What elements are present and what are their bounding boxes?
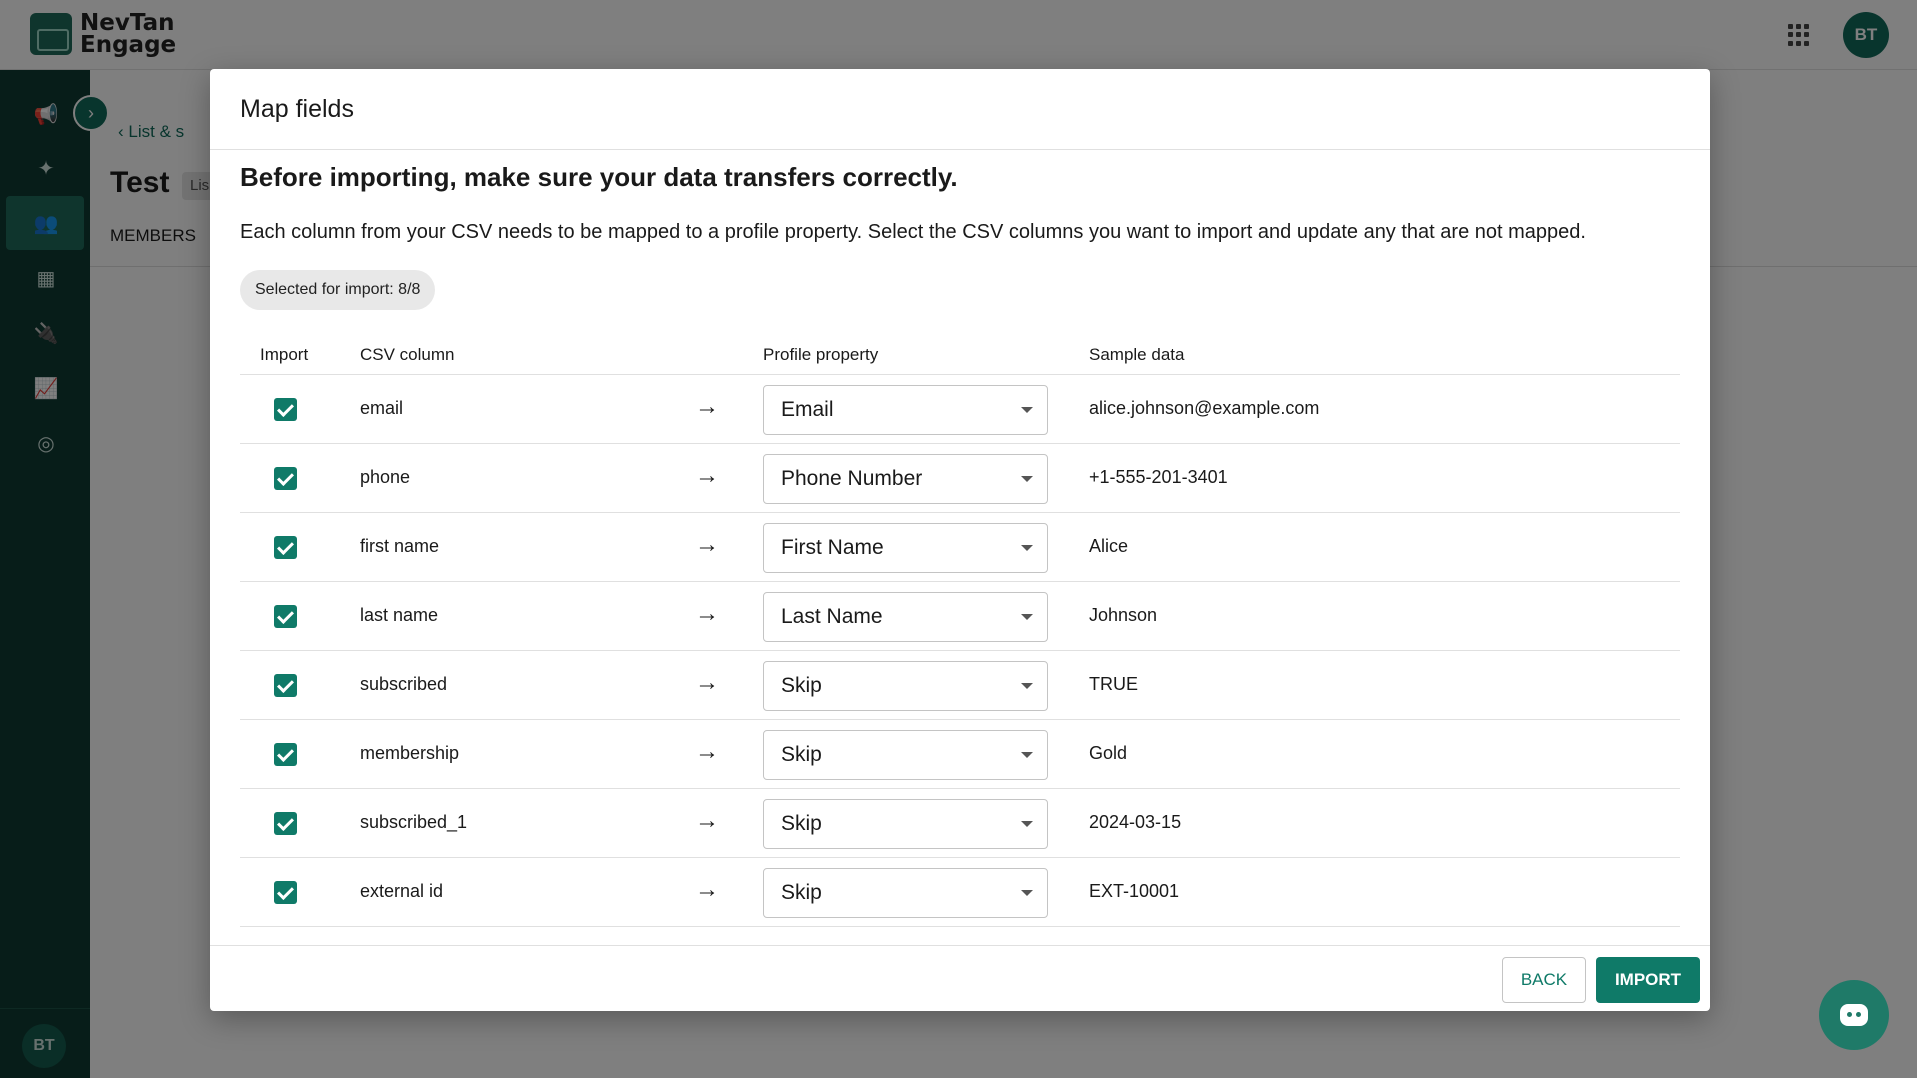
caret-down-icon [1021, 890, 1033, 896]
assistant-bot-button[interactable] [1819, 980, 1889, 1050]
sample-data-value: alice.johnson@example.com [1089, 398, 1320, 418]
profile-property-select[interactable]: Phone Number [763, 454, 1048, 504]
import-button[interactable]: IMPORT [1596, 957, 1700, 1003]
table-row: subscribed_1 → Skip 2024-03-15 [240, 789, 1680, 858]
table-row: membership → Skip Gold [240, 720, 1680, 789]
dialog-header: Map fields [210, 69, 1710, 150]
csv-column-name: membership [360, 743, 460, 763]
csv-column-name: first name [360, 536, 440, 556]
robot-icon [1840, 1004, 1868, 1026]
csv-column-name: external id [360, 881, 444, 901]
import-checkbox[interactable] [274, 467, 297, 490]
csv-column-name: last name [360, 605, 439, 625]
table-header: Import CSV column Profile property Sampl… [240, 333, 1680, 375]
sample-data-value: EXT-10001 [1089, 881, 1180, 901]
dialog-footer: BACK IMPORT [210, 945, 1710, 1011]
arrow-right-icon: → [695, 462, 719, 489]
profile-property-select[interactable]: Last Name [763, 592, 1048, 642]
profile-property-select[interactable]: Skip [763, 799, 1048, 849]
sample-data-value: +1-555-201-3401 [1089, 467, 1228, 487]
dialog-heading: Before importing, make sure your data tr… [240, 162, 958, 192]
import-checkbox[interactable] [274, 812, 297, 835]
profile-property-select[interactable]: First Name [763, 523, 1048, 573]
table-row: external id → Skip EXT-10001 [240, 858, 1680, 927]
import-checkbox[interactable] [274, 674, 297, 697]
caret-down-icon [1021, 407, 1033, 413]
table-row: last name → Last Name Johnson [240, 582, 1680, 651]
column-header-import: Import [260, 345, 309, 364]
caret-down-icon [1021, 476, 1033, 482]
dialog-title: Map fields [240, 94, 354, 123]
caret-down-icon [1021, 683, 1033, 689]
import-checkbox[interactable] [274, 398, 297, 421]
profile-property-select[interactable]: Skip [763, 730, 1048, 780]
csv-column-name: subscribed [360, 674, 448, 694]
sample-data-value: Johnson [1089, 605, 1158, 625]
arrow-right-icon: → [695, 738, 719, 765]
dialog-description: Each column from your CSV needs to be ma… [240, 221, 1586, 243]
csv-column-name: email [360, 398, 404, 418]
column-header-csv: CSV column [360, 345, 455, 364]
field-mapping-table: Import CSV column Profile property Sampl… [240, 333, 1680, 927]
arrow-right-icon: → [695, 807, 719, 834]
import-checkbox[interactable] [274, 881, 297, 904]
profile-property-select[interactable]: Skip [763, 868, 1048, 918]
caret-down-icon [1021, 752, 1033, 758]
column-header-sample-data: Sample data [1089, 345, 1185, 364]
sample-data-value: Gold [1089, 743, 1128, 763]
arrow-right-icon: → [695, 531, 719, 558]
map-fields-dialog: Map fields Before importing, make sure y… [210, 69, 1710, 1011]
arrow-right-icon: → [695, 600, 719, 627]
selected-count-badge: Selected for import: 8/8 [240, 270, 436, 310]
csv-column-name: phone [360, 467, 411, 487]
import-checkbox[interactable] [274, 743, 297, 766]
arrow-right-icon: → [695, 393, 719, 420]
arrow-right-icon: → [695, 876, 719, 903]
import-checkbox[interactable] [274, 605, 297, 628]
sample-data-value: 2024-03-15 [1089, 812, 1182, 832]
import-checkbox[interactable] [274, 536, 297, 559]
table-row: first name → First Name Alice [240, 513, 1680, 582]
back-button[interactable]: BACK [1502, 957, 1586, 1003]
profile-property-select[interactable]: Email [763, 385, 1048, 435]
sample-data-value: Alice [1089, 536, 1129, 556]
table-row: phone → Phone Number +1-555-201-3401 [240, 444, 1680, 513]
caret-down-icon [1021, 545, 1033, 551]
table-row: subscribed → Skip TRUE [240, 651, 1680, 720]
caret-down-icon [1021, 614, 1033, 620]
profile-property-select[interactable]: Skip [763, 661, 1048, 711]
arrow-right-icon: → [695, 669, 719, 696]
table-row: email → Email alice.johnson@example.com [240, 375, 1680, 444]
caret-down-icon [1021, 821, 1033, 827]
csv-column-name: subscribed_1 [360, 812, 468, 832]
column-header-profile-property: Profile property [763, 345, 879, 364]
sample-data-value: TRUE [1089, 674, 1138, 694]
